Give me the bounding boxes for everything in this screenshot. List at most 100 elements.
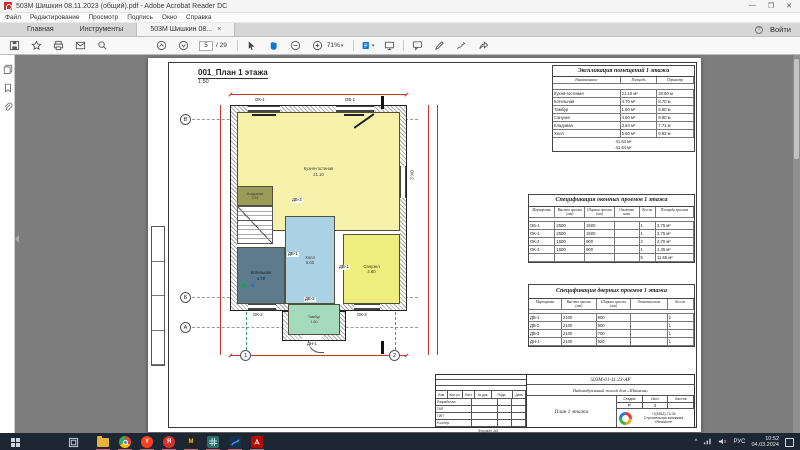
title-block: Изм.Кол.уч.Лист№ док.Подп.Дата Разработа… [435, 374, 695, 428]
navigation-pane [0, 55, 15, 433]
room-name-cell: Холл [553, 130, 621, 138]
start-button[interactable] [8, 435, 22, 449]
language-indicator[interactable]: РУС [733, 439, 745, 445]
table-row: ДВ-3 2100 700 1 [529, 330, 694, 338]
area-cell: 1.35 м² [656, 246, 694, 254]
pdf-page: 001_План 1 этажа 1:50 В Б А 1 2 [148, 58, 701, 432]
tab-document[interactable]: 503M Шишкин 08... × [136, 23, 235, 36]
menu-item[interactable]: Справка [186, 14, 212, 21]
email-icon[interactable] [74, 39, 87, 52]
fill-sign-icon[interactable] [455, 39, 468, 52]
tab-tools[interactable]: Инструменты [67, 23, 137, 36]
room-pantry: Кладовая 3.64 [237, 186, 273, 206]
window-title: 503M Шишкин 08.11.2023 (общий).pdf - Ado… [16, 3, 227, 10]
dimension-line [428, 105, 429, 355]
chrome-icon[interactable] [118, 435, 132, 449]
entrance-door-dn1 [302, 335, 322, 340]
balcony-door-ob1 [336, 106, 374, 112]
pencil-annotate-icon[interactable] [433, 39, 446, 52]
tab-home[interactable]: Главная [14, 23, 67, 36]
comment-icon[interactable] [411, 39, 424, 52]
room-bathroom: Санузел 4.80 [343, 234, 400, 304]
document-area[interactable]: 001_План 1 этажа 1:50 В Б А 1 2 [15, 55, 800, 433]
menu-item[interactable]: Просмотр [89, 14, 119, 21]
scrollbar-thumb[interactable] [794, 59, 799, 159]
company-block: +7(4832)-73-33 Строительная компания «Re… [617, 409, 694, 427]
menu-bar: Файл Редактирование Просмотр Подпись Окно Спр… [0, 13, 800, 23]
share-icon[interactable] [477, 39, 490, 52]
menu-item[interactable]: Редактирование [30, 14, 80, 21]
save-icon[interactable] [8, 39, 21, 52]
area-cell: 3.75 м² [656, 230, 694, 238]
notification-center-icon[interactable] [785, 438, 794, 447]
presentation-icon[interactable] [383, 39, 396, 52]
count-cell: 2 [668, 314, 694, 322]
drawing-scale: 1:50 [198, 79, 268, 85]
network-icon[interactable] [703, 433, 712, 450]
dark-round-app-icon[interactable]: M [184, 435, 198, 449]
vertical-scrollbar[interactable] [793, 55, 800, 433]
page-thumbnails-icon[interactable] [2, 63, 13, 74]
company-info: +7(4832)-73-33 Строительная компания «Re… [635, 412, 692, 425]
revision-col: Изм. [436, 391, 448, 399]
project-name: Индивидуальный жилой дом «Шишкин» [527, 385, 694, 396]
panel-collapse-handle[interactable] [15, 235, 19, 243]
tray-time: 10:52 [765, 436, 779, 442]
total-area: 11.55 м² [656, 254, 694, 262]
volume-icon[interactable] [718, 433, 727, 450]
room-name-cell: Санузел [553, 114, 621, 122]
help-icon[interactable]: ? [755, 26, 763, 34]
elevation-cell [631, 314, 667, 322]
count-cell: 2 [640, 238, 657, 246]
menu-item[interactable]: Файл [5, 14, 21, 21]
explorer-icon[interactable] [96, 435, 110, 449]
sign-in-button[interactable]: Войти [770, 25, 791, 34]
yandex-app-icon[interactable]: Я [162, 435, 176, 449]
tab-close-icon[interactable]: × [217, 26, 221, 33]
door-spec-table: Спецификация дверных проемов 1 этажа Мар… [528, 284, 695, 347]
search-icon[interactable] [96, 39, 109, 52]
print-icon[interactable] [52, 39, 65, 52]
yandex-browser-icon[interactable]: Y [140, 435, 154, 449]
star-favorites-icon[interactable] [30, 39, 43, 52]
blue-point-mark [251, 284, 254, 287]
document-code: 503М-01-11.23-АР [527, 375, 694, 385]
zoom-level[interactable]: 71%▾ [327, 42, 344, 49]
menu-item[interactable]: Окно [162, 14, 177, 21]
calculator-app-icon[interactable] [206, 435, 220, 449]
attachments-icon[interactable] [2, 101, 13, 112]
acrobat-taskbar-icon[interactable] [250, 435, 264, 449]
restore-button[interactable]: ❐ [768, 2, 774, 10]
window-ok3 [354, 304, 380, 310]
mark-cell: ДН-1 [529, 338, 562, 346]
page-view-icon[interactable]: ▾ [361, 39, 374, 52]
table-title: Спецификация дверных проемов 1 этажа [529, 285, 694, 299]
photos-app-icon[interactable] [228, 435, 242, 449]
dimension-line [230, 94, 407, 95]
roles-rows: Разработал ГАП ГИП [436, 399, 526, 427]
close-button[interactable]: ✕ [786, 2, 792, 10]
area-cell: 2.70 м² [656, 238, 694, 246]
opening-label-ok2: ОК-2 [252, 313, 264, 318]
page-number-input[interactable]: 5 [199, 41, 213, 51]
drawing-title: 001_План 1 этажа [198, 68, 268, 79]
zoom-in-icon[interactable] [311, 39, 324, 52]
system-tray: ^ РУС 10:52 04.03.2024 [695, 433, 796, 450]
menu-item[interactable]: Подпись [127, 14, 153, 21]
opening-label-ok2-side: ОК-2 [408, 170, 415, 180]
tray-expand-icon[interactable]: ^ [695, 439, 698, 445]
page-up-icon[interactable] [155, 39, 168, 52]
opening-label-dv2: ДВ-2 [304, 297, 316, 302]
page-down-icon[interactable] [177, 39, 190, 52]
bookmarks-icon[interactable] [2, 82, 13, 93]
clock[interactable]: 10:52 04.03.2024 [751, 436, 779, 449]
revision-col: Лист [463, 391, 475, 399]
lintel-mark [344, 114, 364, 116]
header-cell: Ширина проема (мм) [597, 299, 632, 310]
minimize-button[interactable]: — [749, 2, 756, 10]
hand-tool-icon[interactable] [267, 39, 280, 52]
zoom-out-icon[interactable] [289, 39, 302, 52]
task-view-button[interactable] [66, 435, 80, 449]
select-cursor-icon[interactable] [245, 39, 258, 52]
opening-label-ob1: ОБ-1 [344, 98, 356, 103]
